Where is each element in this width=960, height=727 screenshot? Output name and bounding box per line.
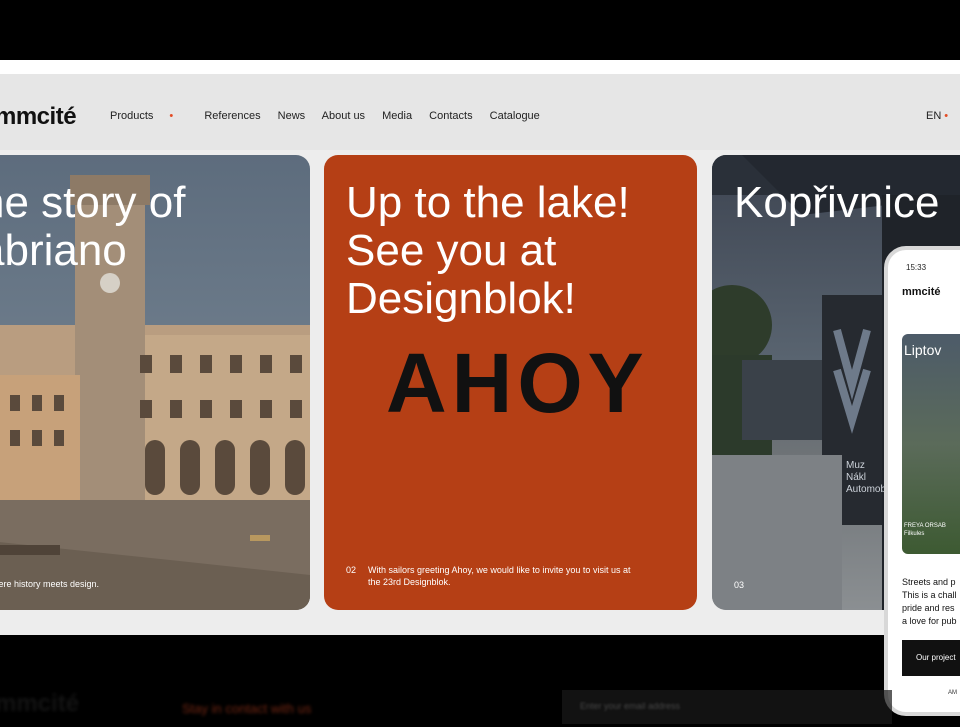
slide-title: Kopřivnice (734, 178, 940, 227)
stay-in-contact-link[interactable]: Stay in contact with us (182, 701, 311, 716)
newsletter-input[interactable]: Enter your email address (562, 690, 892, 724)
phone-card-image[interactable] (902, 334, 960, 554)
main-menu: Products • References News About us Media… (110, 110, 554, 122)
menu-news[interactable]: News (278, 110, 306, 122)
dropdown-dot-icon: • (944, 110, 949, 122)
museum-sign: Muz Nákl Automob (846, 460, 887, 495)
language-selector[interactable]: EN • (926, 110, 948, 122)
menu-products[interactable]: Products • (110, 110, 187, 122)
menu-references[interactable]: References (204, 110, 260, 122)
slide-card-fabriano[interactable]: he story of abriano y where history meet… (0, 155, 310, 610)
our-projects-button[interactable]: Our project (902, 640, 960, 676)
phone-card-title: Liptov (904, 342, 942, 358)
slide-card-designblok[interactable]: Up to the lake! See you at Designblok! A… (324, 155, 697, 610)
slide-number: 02 (346, 565, 357, 575)
navigation-bar: mmcité Products • References News About u… (0, 74, 960, 150)
phone-mockup: 15:33 mmcité Liptov FREYA ORSAB Filkules… (884, 246, 960, 716)
ahoy-graphic: AHOY (386, 336, 649, 430)
status-time: 15:33 (906, 263, 927, 272)
logo[interactable]: mmcité (0, 103, 77, 131)
footer-logo: mmcité (0, 690, 80, 717)
menu-contacts[interactable]: Contacts (429, 110, 472, 122)
dropdown-dot-icon: • (169, 110, 174, 122)
slide-caption: With sailors greeting Ahoy, we would lik… (368, 565, 631, 587)
slide-caption: y where history meets design. (0, 579, 100, 589)
phone-card-caption: FREYA ORSAB Filkules (904, 523, 946, 537)
newsletter-placeholder: Enter your email address (580, 701, 681, 711)
top-bar (0, 0, 960, 60)
slide-title: he story of abriano (0, 178, 186, 275)
phone-text: Streets and p This is a chall pride and … (902, 577, 957, 626)
slide-number: 03 (734, 580, 745, 590)
menu-catalogue[interactable]: Catalogue (490, 110, 540, 122)
phone-logo[interactable]: mmcité (902, 286, 941, 298)
slide-title: Up to the lake! See you at Designblok! (346, 178, 630, 323)
menu-media[interactable]: Media (382, 110, 412, 122)
menu-about[interactable]: About us (322, 110, 365, 122)
website-screenshot: mmcité Products • References News About u… (0, 60, 960, 635)
